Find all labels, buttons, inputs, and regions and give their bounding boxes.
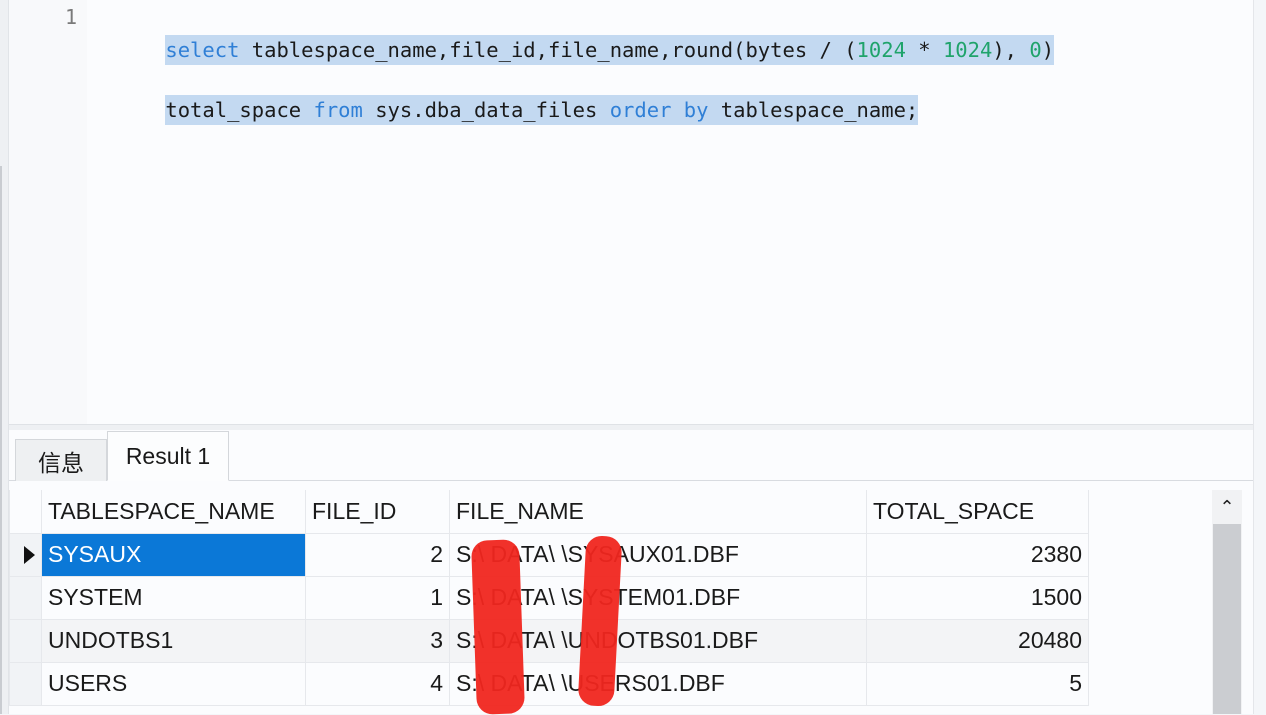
cell-file-id[interactable]: 1 [305,575,450,620]
cell-total-space[interactable]: 2380 [866,532,1089,577]
sql-editor[interactable]: 1 select tablespace_name,file_id,file_na… [9,0,1253,424]
tab-info[interactable]: 信息 [15,439,107,481]
tab-result-1-label: Result 1 [125,442,211,469]
sql-text: tablespace_name,file_id,file_name,round(… [239,38,857,62]
sql-text: * [905,38,943,62]
cell-file-id[interactable]: 2 [305,532,450,577]
row-indicator [9,575,42,620]
window-right-edge [1253,424,1266,714]
sql-code[interactable]: select tablespace_name,file_id,file_name… [116,5,1055,155]
result-tab-bar: 信息 Result 1 [9,430,1253,481]
redaction-mark [470,539,526,715]
row-indicator-header [9,490,42,534]
sql-text: sys.dba_data_files [362,98,610,122]
code-line-1[interactable]: select tablespace_name,file_id,file_name… [165,35,1055,65]
column-header-file-name[interactable]: FILE_NAME [449,490,867,534]
sql-keyword: from [313,98,363,122]
tab-info-label: 信息 [38,449,84,476]
cell-tablespace-name[interactable]: UNDOTBS1 [41,618,306,663]
cell-file-id[interactable]: 3 [305,618,450,663]
column-header-tablespace-name[interactable]: TABLESPACE_NAME [41,490,306,534]
sql-text: total_space [165,98,314,122]
cell-total-space[interactable]: 20480 [866,618,1089,663]
row-indicator [9,661,42,706]
chevron-up-icon[interactable]: ⌃ [1212,490,1242,524]
table-row[interactable]: USERS 4 S:\ DATA\ \USERS01.DBF 5 [9,661,1089,706]
table-row[interactable]: SYSTEM 1 S:\ DATA\ \SYSTEM01.DBF 1500 [9,575,1089,620]
sql-keyword: select [165,38,240,62]
header-row: TABLESPACE_NAME FILE_ID FILE_NAME TOTAL_… [9,490,1089,534]
column-header-total-space[interactable]: TOTAL_SPACE [866,490,1089,534]
line-number-gutter: 1 [9,0,87,424]
current-row-arrow-icon [24,545,35,564]
cell-tablespace-name[interactable]: USERS [41,661,306,706]
row-indicator [9,618,42,663]
scrollbar-thumb[interactable] [1213,524,1241,714]
sql-number: 1024 [856,38,906,62]
sql-keyword: order by [609,98,709,122]
result-grid: TABLESPACE_NAME FILE_ID FILE_NAME TOTAL_… [9,481,1253,714]
sql-number: 0 [1029,38,1042,62]
cell-tablespace-name[interactable]: SYSAUX [41,532,306,577]
sql-text: ), [992,38,1030,62]
table-row[interactable]: UNDOTBS1 3 S:\ DATA\ \UNDOTBS01.DBF 2048… [9,618,1089,663]
cell-total-space[interactable]: 5 [866,661,1089,706]
column-header-file-id[interactable]: FILE_ID [305,490,450,534]
sql-text: tablespace_name; [708,98,919,122]
sql-number: 1024 [942,38,993,62]
window-left-border [0,166,2,714]
row-indicator [9,532,42,577]
cell-file-id[interactable]: 4 [305,661,450,706]
sql-text: ) [1041,38,1055,62]
cell-tablespace-name[interactable]: SYSTEM [41,575,306,620]
table-row[interactable]: SYSAUX 2 S:\ DATA\ \SYSAUX01.DBF 2380 [9,532,1089,577]
code-line-2[interactable]: total_space from sys.dba_data_files orde… [165,95,919,125]
cell-total-space[interactable]: 1500 [866,575,1089,620]
result-table: TABLESPACE_NAME FILE_ID FILE_NAME TOTAL_… [9,490,1089,706]
line-number: 1 [65,5,78,29]
editor-right-border [1253,0,1266,424]
vertical-scrollbar[interactable]: ⌃ [1212,490,1242,714]
tab-result-1[interactable]: Result 1 [107,431,229,481]
